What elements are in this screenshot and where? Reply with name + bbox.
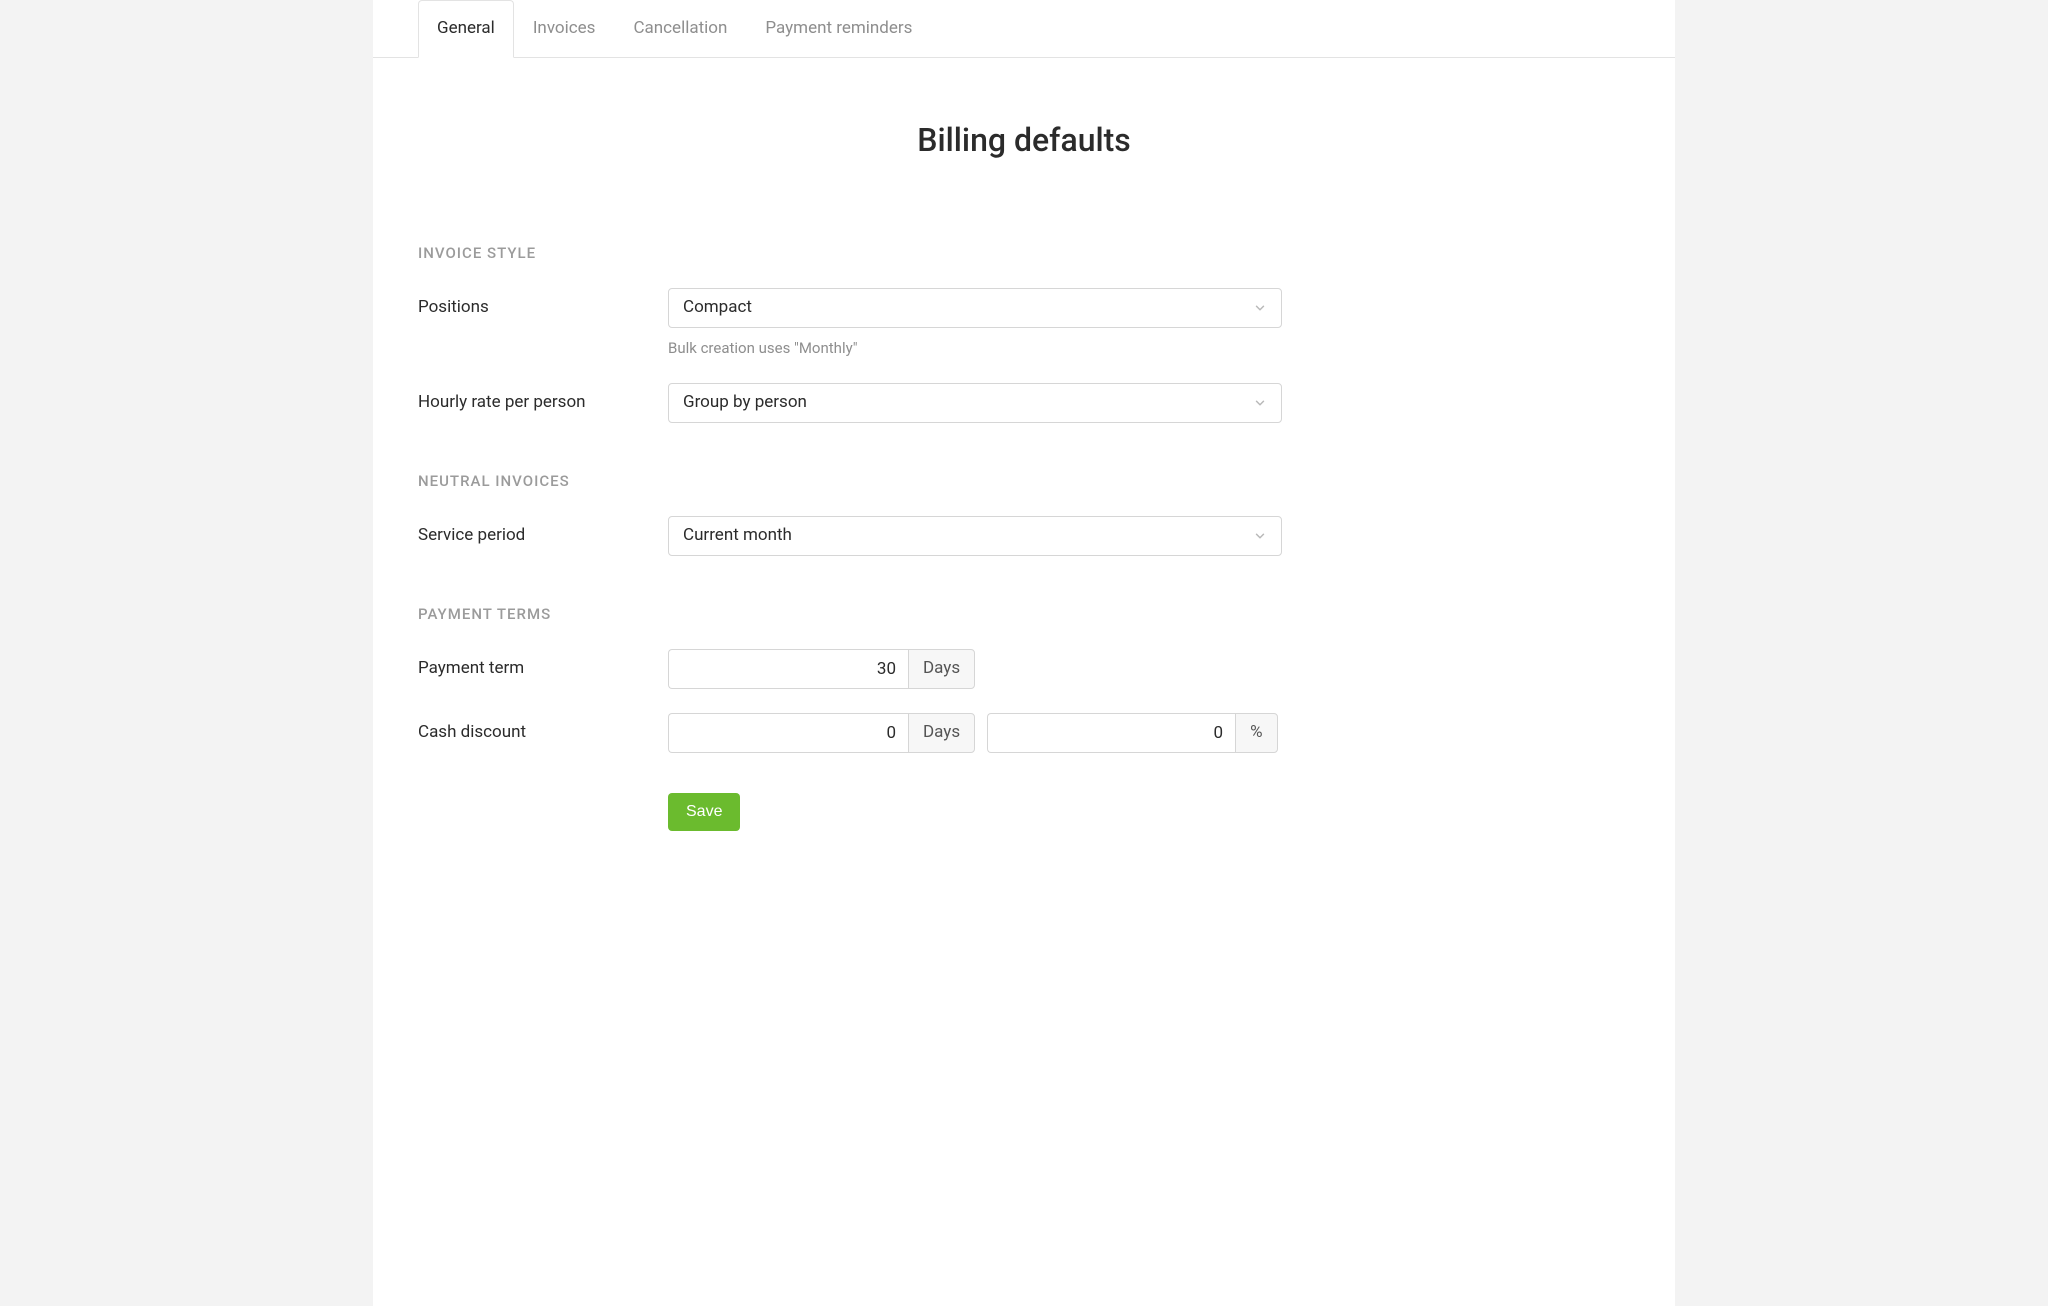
select-hourly-rate-value: Group by person xyxy=(683,391,807,415)
tabs-bar: General Invoices Cancellation Payment re… xyxy=(373,0,1675,58)
label-positions: Positions xyxy=(418,288,668,320)
select-hourly-rate[interactable]: Group by person xyxy=(668,383,1282,423)
page-wrapper: General Invoices Cancellation Payment re… xyxy=(373,0,1675,1306)
save-row: Save xyxy=(668,793,1630,831)
help-text-positions: Bulk creation uses "Monthly" xyxy=(668,338,1282,359)
tab-payment-reminders[interactable]: Payment reminders xyxy=(746,0,931,58)
chevron-down-icon xyxy=(1253,529,1267,543)
section-heading-payment-terms: PAYMENT TERMS xyxy=(418,604,1630,625)
select-positions[interactable]: Compact xyxy=(668,288,1282,328)
form-row-positions: Positions Compact Bulk creation uses "Mo… xyxy=(418,288,1630,359)
chevron-down-icon xyxy=(1253,301,1267,315)
form-row-service-period: Service period Current month xyxy=(418,516,1630,556)
section-heading-neutral-invoices: NEUTRAL INVOICES xyxy=(418,471,1630,492)
form-row-payment-term: Payment term Days xyxy=(418,649,1630,689)
tab-invoices[interactable]: Invoices xyxy=(514,0,615,58)
section-heading-invoice-style: INVOICE STYLE xyxy=(418,243,1630,264)
addon-cash-discount-percent-unit: % xyxy=(1235,713,1277,753)
tab-cancellation[interactable]: Cancellation xyxy=(614,0,746,58)
label-hourly-rate: Hourly rate per person xyxy=(418,383,668,415)
select-service-period-value: Current month xyxy=(683,524,792,548)
form-row-hourly-rate: Hourly rate per person Group by person xyxy=(418,383,1630,423)
chevron-down-icon xyxy=(1253,396,1267,410)
label-service-period: Service period xyxy=(418,516,668,548)
addon-cash-discount-days-unit: Days xyxy=(908,713,975,753)
select-service-period[interactable]: Current month xyxy=(668,516,1282,556)
tab-general[interactable]: General xyxy=(418,0,514,58)
select-positions-value: Compact xyxy=(683,296,752,320)
save-button[interactable]: Save xyxy=(668,793,740,831)
input-cash-discount-percent[interactable] xyxy=(987,713,1235,753)
page-title: Billing defaults xyxy=(418,118,1630,163)
input-payment-term-days[interactable] xyxy=(668,649,908,689)
addon-payment-term-unit: Days xyxy=(908,649,975,689)
label-payment-term: Payment term xyxy=(418,649,668,681)
content-area: Billing defaults INVOICE STYLE Positions… xyxy=(373,58,1675,831)
label-cash-discount: Cash discount xyxy=(418,713,668,745)
input-cash-discount-days[interactable] xyxy=(668,713,908,753)
form-row-cash-discount: Cash discount Days % xyxy=(418,713,1630,753)
